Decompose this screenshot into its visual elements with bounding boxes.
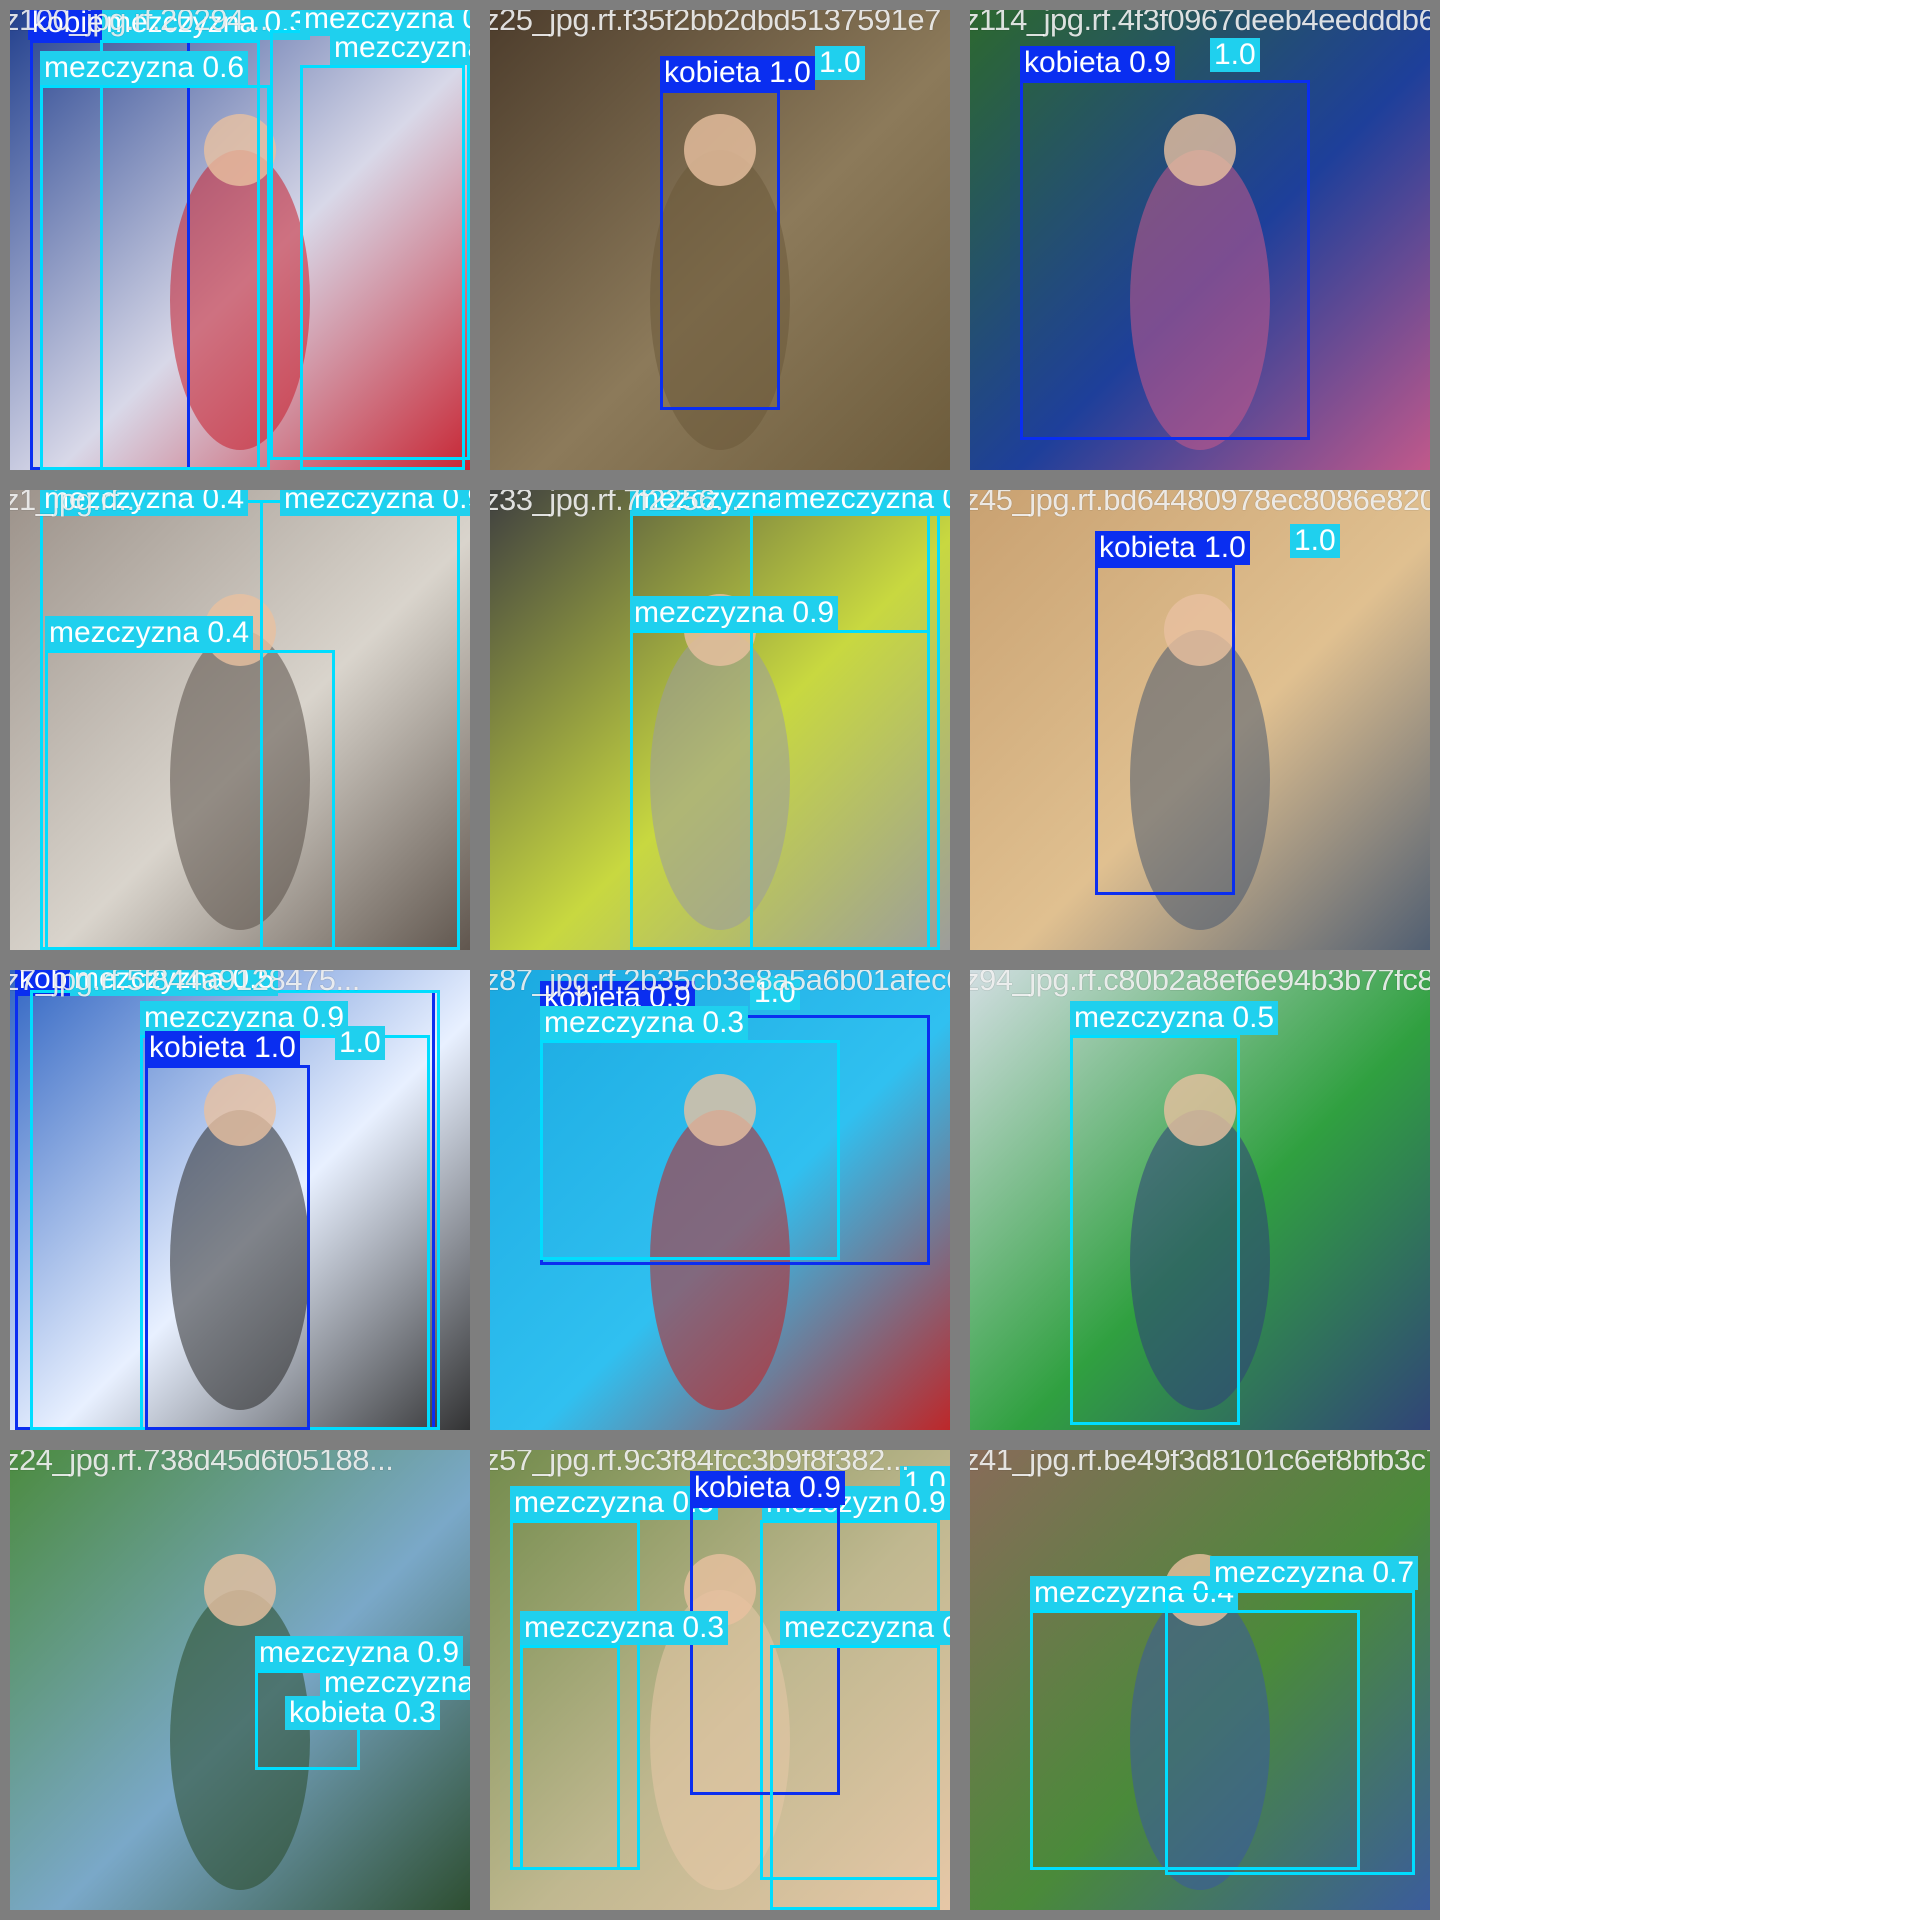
detection-label: kobieta 1.0: [145, 1031, 300, 1065]
detection-box: [540, 1040, 840, 1260]
detection-box: [1095, 565, 1235, 895]
photo-tile: mezczyzna 0.4 mezczyzna 0.9 mezczyzna 0.4 z…: [0, 480, 480, 960]
photo-tile: mezczyzna 0.9mezczyzna 0.9kobieta 0.3z24…: [0, 1440, 480, 1920]
detection-label: mezczyzna 0.4: [45, 616, 254, 650]
photo-tile: kobieta 0.9 1.0 z114_jpg.rf.4f3f0967deeb4e…: [960, 0, 1440, 480]
tile-filename: z45_jpg.rf.bd64480978ec8086e82062c767ca7: [964, 482, 1440, 517]
detection-label: mezczyzna 0.7: [330, 31, 480, 65]
detection-label: mezczyzna 0.9: [780, 482, 960, 516]
detection-label: mezczyzna 0.5: [1070, 1001, 1279, 1035]
tile-filename: z57_jpg.rf.9c3f84fcc3b9f8f382...: [484, 1442, 910, 1477]
photo-tile: mezczyzna 0.5 mezczyzna 0.9 kobieta 0.9 1.0…: [480, 1440, 960, 1920]
tile-filename: z1_jpg.rf...: [4, 482, 143, 517]
detection-box: [660, 90, 780, 410]
photo-tile: kobietamezczyzna 0.3mezczyzna 0.4mezczyz…: [0, 0, 480, 480]
detection-label: 1.0: [815, 46, 865, 80]
tile-filename: z24_jpg.rf.738d45d6f05188...: [4, 1442, 394, 1477]
tile-filename: z41_jpg.rf.be49f3d8101c6ef8bfb3c76b411e: [964, 1442, 1440, 1477]
detection-box: [770, 1645, 940, 1910]
photo-tile: kobieta 1.0 1.0 z45_jpg.rf.bd64480978ec808…: [960, 480, 1440, 960]
detection-box: [40, 85, 270, 470]
detection-box: [1165, 1590, 1415, 1875]
detection-label: 1.0: [1210, 38, 1260, 72]
detection-label: 0.9: [900, 1486, 950, 1520]
person-head: [204, 1554, 276, 1626]
photo-tile: kobieta 1.0 1.0 z25_jpg.rf.f35f2bb2dbd5137…: [480, 0, 960, 480]
detection-box: [630, 630, 930, 950]
tile-filename: z25_jpg.rf.f35f2bb2dbd5137591e7: [484, 2, 941, 37]
photo-tile: mezczyzna 0.4mezczyzna 0.9mezczyzna 0.9z…: [480, 480, 960, 960]
detection-box: [300, 65, 465, 470]
detection-mosaic: kobietamezczyzna 0.3mezczyzna 0.4mezczyz…: [0, 0, 1440, 1920]
tile-filename: z7_jpg.rf.5f844a9128475...: [4, 962, 360, 997]
detection-label: kobieta 0.9: [1020, 46, 1175, 80]
detection-label: 1.0: [1290, 524, 1340, 558]
detection-label: mezczyzna 0.6: [780, 1611, 960, 1645]
photo-tile: mezczyzna 0.5 z94_jpg.rf.c80b2a8ef6e94b3b…: [960, 960, 1440, 1440]
tile-filename: z87_jpg.rf.2b35cb3e8a5a6b01afec648: [484, 962, 960, 997]
photo-tile: kobieta 0.3mezczyzna 0.5mezczyzna 0.9kob…: [0, 960, 480, 1440]
detection-label: mezczyzna 0.9: [630, 596, 839, 630]
detection-label: mezczyzna 0.9: [255, 1636, 464, 1670]
tile-filename: z114_jpg.rf.4f3f0967deeb4eedddb6355b1891…: [964, 2, 1440, 37]
detection-box: [520, 1645, 620, 1870]
tile-filename: z94_jpg.rf.c80b2a8ef6e94b3b77fc8261fd10e…: [964, 962, 1440, 997]
detection-box: [45, 650, 335, 950]
detection-label: kobieta 0.3: [285, 1696, 440, 1730]
detection-label: mezczyzna 0.6: [40, 51, 249, 85]
detection-label: kobieta 1.0: [660, 56, 815, 90]
tile-filename: z100_jpg.rf.20294...: [4, 2, 269, 37]
detection-label: mezczyzna 0.7: [1210, 1556, 1419, 1590]
detection-label: 1.0: [335, 1026, 385, 1060]
tile-filename: z33_jpg.rf.7f2256...: [484, 482, 740, 517]
photo-tile: mezczyzna 0.4 mezczyzna 0.7 z41_jpg.rf.be4…: [960, 1440, 1440, 1920]
photo-tile: kobieta 0.9 1.0 mezczyzna 0.3 z87_jpg.rf.2b…: [480, 960, 960, 1440]
detection-label: mezczyzna 0.5: [510, 1486, 719, 1520]
detection-box: [1020, 80, 1310, 440]
detection-label: mezczyzna 0.3: [520, 1611, 729, 1645]
detection-box: [1070, 1035, 1240, 1425]
detection-label: mezczyzna 0.9: [280, 482, 480, 516]
detection-box: [145, 1065, 310, 1430]
detection-label: mezczyzna 0.9: [140, 1001, 349, 1035]
detection-label: mezczyzna 0.9: [320, 1666, 480, 1700]
detection-label: mezczyzna 0.3: [540, 1006, 749, 1040]
detection-label: kobieta 1.0: [1095, 531, 1250, 565]
